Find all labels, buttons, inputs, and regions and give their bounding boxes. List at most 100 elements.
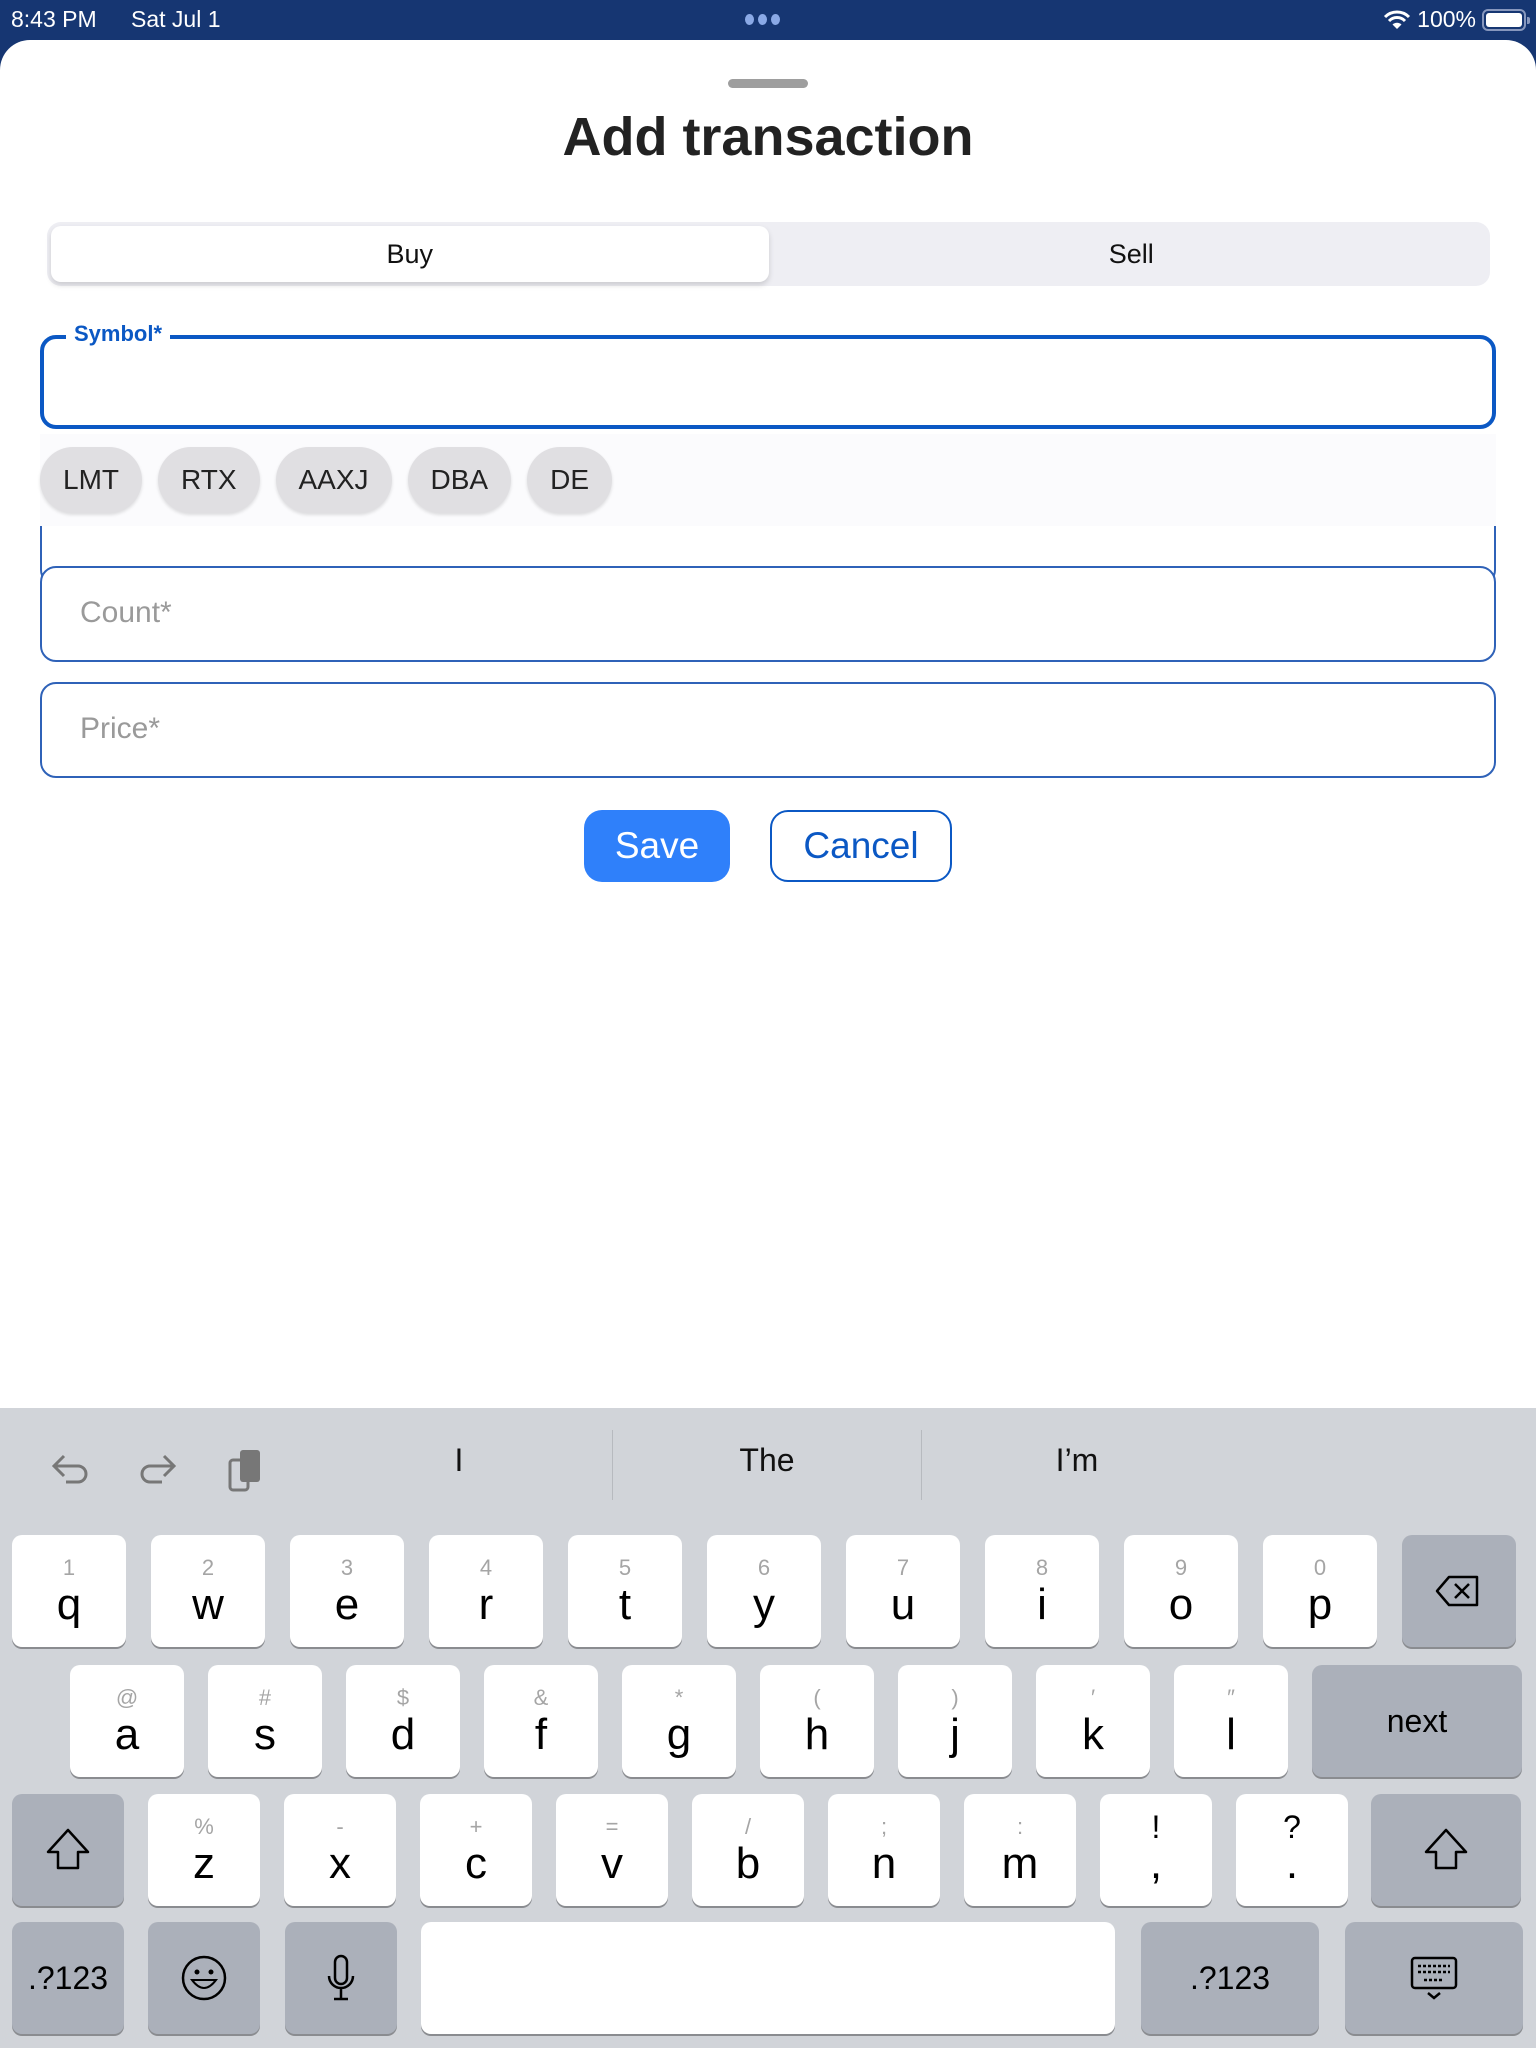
key-p[interactable]: 0p <box>1263 1535 1377 1647</box>
undo-icon[interactable] <box>46 1446 94 1494</box>
status-bar: 8:43 PM Sat Jul 1 100% <box>0 0 1536 40</box>
key-primary-label: t <box>618 1580 632 1629</box>
key-primary-label: y <box>753 1580 775 1629</box>
key-u[interactable]: 7u <box>846 1535 960 1647</box>
segment-sell[interactable]: Sell <box>773 222 1491 286</box>
key-secondary-label: 1 <box>62 1555 76 1580</box>
emoji-icon <box>181 1955 227 2001</box>
key-f[interactable]: & f <box>484 1665 598 1777</box>
key-secondary-label: 6 <box>757 1555 771 1580</box>
save-button[interactable]: Save <box>584 810 730 882</box>
battery-percent: 100% <box>1417 6 1476 32</box>
microphone-icon <box>327 1954 355 2001</box>
space-key[interactable] <box>421 1922 1115 2034</box>
key-k[interactable]: ′ k <box>1036 1665 1150 1777</box>
key-secondary-label: + <box>469 1814 483 1839</box>
key-primary-label: g <box>666 1710 692 1759</box>
emoji-key[interactable] <box>148 1922 260 2034</box>
key-secondary-label: @ <box>115 1685 139 1710</box>
key-g[interactable]: * g <box>622 1665 736 1777</box>
next-key-label: next <box>1386 1702 1448 1739</box>
key-i[interactable]: 8i <box>985 1535 1099 1647</box>
cancel-button[interactable]: Cancel <box>770 810 952 882</box>
key-secondary-label: 7 <box>896 1555 910 1580</box>
key-j[interactable]: ) j <box>898 1665 1012 1777</box>
numbers-key-label: .?123 <box>27 1959 109 1996</box>
key-r[interactable]: 4r <box>429 1535 543 1647</box>
count-placeholder: Count* <box>80 596 172 629</box>
key-t[interactable]: 5t <box>568 1535 682 1647</box>
key-primary-label: h <box>804 1710 830 1759</box>
symbol-field[interactable]: Symbol* <box>40 321 1496 429</box>
status-date: Sat Jul 1 <box>131 6 221 32</box>
key-e[interactable]: 3e <box>290 1535 404 1647</box>
suggestion-divider <box>921 1430 922 1500</box>
key-primary-label: o <box>1168 1580 1194 1629</box>
price-field[interactable]: Price* <box>40 682 1496 778</box>
shift-key-left[interactable] <box>12 1794 124 1906</box>
key-primary-label: r <box>478 1580 494 1629</box>
symbol-chip-rtx[interactable]: RTX <box>158 447 260 513</box>
symbol-chip-de[interactable]: DE <box>527 447 613 513</box>
suggestion-1[interactable]: I <box>309 1442 609 1479</box>
key-comma[interactable]: !, <box>1100 1794 1212 1906</box>
key-primary-label: i <box>1037 1580 1047 1629</box>
key-a[interactable]: @ a <box>70 1665 184 1777</box>
key-c[interactable]: + c <box>420 1794 532 1906</box>
symbol-chip-dba[interactable]: DBA <box>407 447 512 513</box>
key-secondary-label: ) <box>951 1685 959 1710</box>
numbers-key-label: .?123 <box>1189 1959 1271 1996</box>
count-field[interactable]: Count* <box>40 566 1496 662</box>
key-secondary-label: 3 <box>340 1555 354 1580</box>
key-m[interactable]: :m <box>964 1794 1076 1906</box>
key-b[interactable]: / b <box>692 1794 804 1906</box>
key-period[interactable]: ?. <box>1236 1794 1348 1906</box>
numbers-key-right[interactable]: .?123 <box>1141 1922 1319 2034</box>
symbol-chip-lmt[interactable]: LMT <box>40 447 142 513</box>
key-l[interactable]: ″ l <box>1174 1665 1288 1777</box>
symbol-input[interactable] <box>44 339 1492 425</box>
key-secondary-label: : <box>1016 1814 1024 1839</box>
key-secondary-label: 5 <box>618 1555 632 1580</box>
key-primary-label: x <box>329 1839 351 1888</box>
dictation-key[interactable] <box>285 1922 397 2034</box>
key-primary-label: l <box>1226 1710 1236 1759</box>
numbers-key-left[interactable]: .?123 <box>12 1922 124 2034</box>
key-primary-label: s <box>254 1710 276 1759</box>
segment-buy[interactable]: Buy <box>51 226 769 282</box>
suggestion-2[interactable]: The <box>617 1442 917 1479</box>
key-primary-label: k <box>1082 1710 1104 1759</box>
shift-key-right[interactable] <box>1371 1794 1521 1906</box>
key-secondary-label: ″ <box>1227 1685 1235 1710</box>
key-x[interactable]: -x <box>284 1794 396 1906</box>
key-secondary-label: ? <box>1283 1809 1301 1845</box>
key-w[interactable]: 2w <box>151 1535 265 1647</box>
key-secondary-label: & <box>533 1685 549 1710</box>
key-primary-label: q <box>56 1580 82 1629</box>
key-d[interactable]: $ d <box>346 1665 460 1777</box>
suggestion-3[interactable]: I’m <box>927 1442 1227 1479</box>
key-primary-label: a <box>114 1710 140 1759</box>
redo-icon[interactable] <box>134 1446 182 1494</box>
multitasking-dots-icon[interactable] <box>745 14 780 25</box>
key-secondary-label: = <box>605 1814 619 1839</box>
delete-key[interactable] <box>1402 1535 1516 1647</box>
key-h[interactable]: (h <box>760 1665 874 1777</box>
key-secondary-label: 4 <box>479 1555 493 1580</box>
page-title: Add transaction <box>562 107 974 167</box>
key-y[interactable]: 6y <box>707 1535 821 1647</box>
keyboard: I The I’m 1q2w3e4r5t6y7u8i9o0p @ a # s $ d & f *… <box>0 1408 1536 2048</box>
key-secondary-label: $ <box>396 1685 410 1710</box>
clipboard-icon[interactable] <box>224 1446 272 1494</box>
key-n[interactable]: ; n <box>828 1794 940 1906</box>
key-v[interactable]: = v <box>556 1794 668 1906</box>
key-secondary-label: 9 <box>1174 1555 1188 1580</box>
key-z[interactable]: % z <box>148 1794 260 1906</box>
sheet-grabber[interactable] <box>728 79 808 88</box>
dismiss-keyboard-key[interactable] <box>1345 1922 1523 2034</box>
next-key[interactable]: next <box>1312 1665 1522 1777</box>
symbol-chip-aaxj[interactable]: AAXJ <box>275 447 392 513</box>
key-s[interactable]: # s <box>208 1665 322 1777</box>
key-q[interactable]: 1q <box>12 1535 126 1647</box>
key-o[interactable]: 9o <box>1124 1535 1238 1647</box>
